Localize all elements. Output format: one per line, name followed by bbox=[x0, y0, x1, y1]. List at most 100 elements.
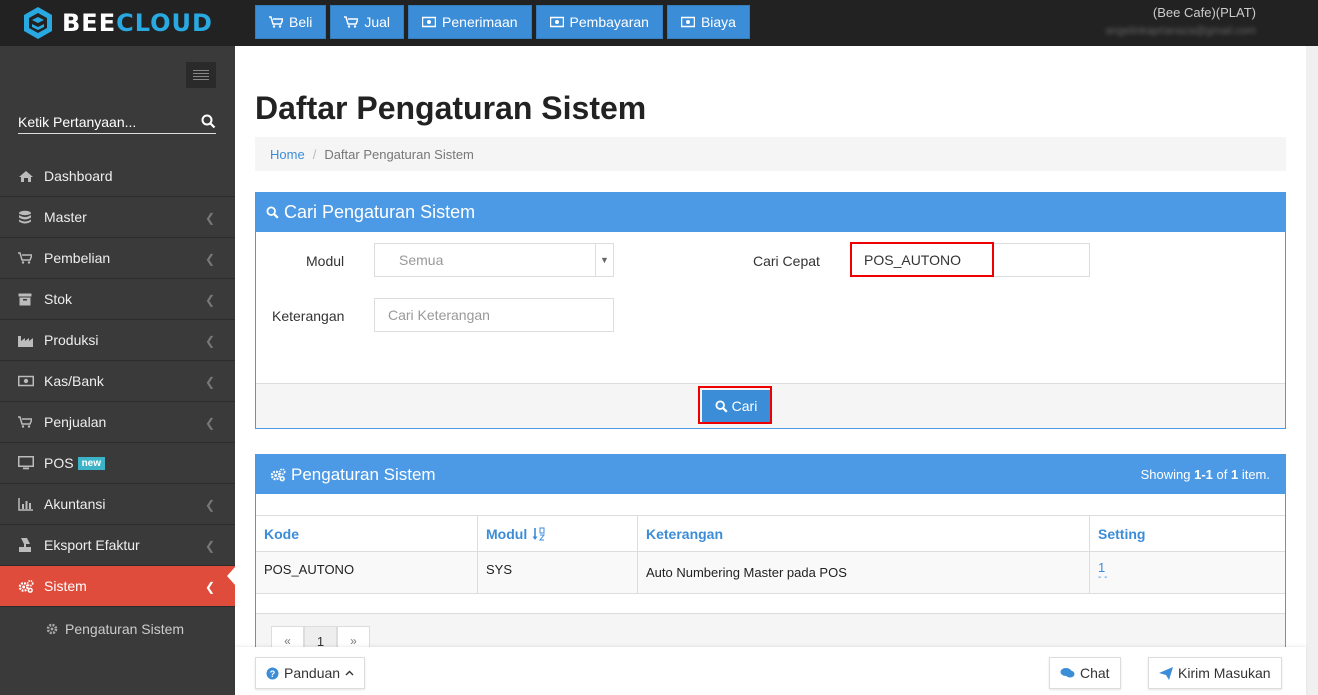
breadcrumb-current: Daftar Pengaturan Sistem bbox=[324, 146, 474, 162]
brand-logo[interactable]: BEECLOUD bbox=[0, 0, 235, 46]
sidebar-item-label: Eksport Efaktur bbox=[44, 537, 140, 553]
chevron-left-icon: ❮ bbox=[204, 252, 215, 266]
panduan-label: Panduan bbox=[284, 665, 341, 681]
svg-text:?: ? bbox=[270, 669, 276, 679]
cell-modul: SYS bbox=[478, 552, 638, 593]
column-setting[interactable]: Setting bbox=[1090, 516, 1285, 551]
paper-plane-icon bbox=[1159, 666, 1173, 680]
new-badge: new bbox=[77, 456, 106, 470]
top-bar: BEECLOUD Beli Jual Penerimaan Pembayaran… bbox=[0, 0, 1318, 46]
chevron-left-icon: ❮ bbox=[204, 334, 215, 348]
sidebar-item-akuntansi[interactable]: Akuntansi ❮ bbox=[0, 484, 235, 525]
jual-label: Jual bbox=[364, 14, 391, 30]
sidebar: Ketik Pertanyaan... Dashboard Master ❮ P… bbox=[0, 46, 235, 695]
search-panel-header: Cari Pengaturan Sistem bbox=[256, 193, 1285, 232]
cell-kode: POS_AUTONO bbox=[256, 552, 478, 593]
penerimaan-button[interactable]: Penerimaan bbox=[408, 5, 532, 39]
breadcrumb-home-link[interactable]: Home bbox=[270, 147, 305, 162]
penerimaan-label: Penerimaan bbox=[442, 14, 518, 30]
column-keterangan[interactable]: Keterangan bbox=[638, 516, 1090, 551]
showing-prefix: Showing bbox=[1140, 467, 1195, 482]
quick-nav: Beli Jual Penerimaan Pembayaran Biaya bbox=[255, 5, 750, 39]
question-search-input[interactable]: Ketik Pertanyaan... bbox=[18, 110, 216, 134]
brand-name-part1: BEE bbox=[62, 9, 117, 37]
box-icon bbox=[18, 292, 34, 306]
results-panel-header: Pengaturan Sistem Showing 1-1 of 1 item. bbox=[256, 455, 1285, 494]
sidebar-nav: Dashboard Master ❮ Pembelian ❮ Stok ❮ Pr… bbox=[0, 156, 235, 651]
user-menu[interactable]: (Bee Cafe)(PLAT) angelinkaprianaza@gmail… bbox=[1105, 5, 1256, 37]
chat-icon bbox=[1060, 668, 1075, 678]
caret-down-icon: ▼ bbox=[595, 244, 613, 276]
chat-button[interactable]: Chat bbox=[1049, 657, 1121, 689]
pembayaran-label: Pembayaran bbox=[569, 14, 649, 30]
main-content: Daftar Pengaturan Sistem Home / Daftar P… bbox=[235, 46, 1306, 695]
chevron-up-icon bbox=[345, 670, 354, 676]
column-modul[interactable]: Modul bbox=[478, 516, 638, 551]
showing-range: 1-1 bbox=[1194, 467, 1213, 482]
search-icon[interactable] bbox=[201, 114, 216, 129]
sidebar-item-label: Dashboard bbox=[44, 168, 113, 184]
monitor-icon bbox=[18, 456, 34, 470]
keterangan-label: Keterangan bbox=[272, 308, 345, 324]
jual-button[interactable]: Jual bbox=[330, 5, 405, 39]
keterangan-placeholder: Cari Keterangan bbox=[388, 307, 490, 323]
results-table: Kode Modul Keterangan Setting POS_AUTONO… bbox=[256, 515, 1285, 594]
panduan-button[interactable]: ? Panduan bbox=[255, 657, 366, 689]
chevron-left-icon: ❮ bbox=[204, 580, 215, 594]
chevron-left-icon: ❮ bbox=[204, 375, 215, 389]
bottom-bar: ? Panduan Chat Kirim Masukan bbox=[235, 647, 1306, 695]
export-icon bbox=[18, 537, 34, 552]
modul-select[interactable]: Semua ▼ bbox=[374, 243, 614, 277]
sidebar-item-dashboard[interactable]: Dashboard bbox=[0, 156, 235, 197]
chevron-left-icon: ❮ bbox=[204, 211, 215, 225]
column-kode[interactable]: Kode bbox=[256, 516, 478, 551]
pembayaran-button[interactable]: Pembayaran bbox=[535, 5, 663, 39]
user-company: (Bee Cafe)(PLAT) bbox=[1152, 5, 1256, 20]
biaya-button[interactable]: Biaya bbox=[666, 5, 750, 39]
cart-icon bbox=[269, 16, 283, 28]
money-icon bbox=[680, 16, 695, 28]
beli-button[interactable]: Beli bbox=[255, 5, 327, 39]
sidebar-item-label: Pembelian bbox=[44, 250, 111, 266]
sidebar-item-eksport-efaktur[interactable]: Eksport Efaktur ❮ bbox=[0, 525, 235, 566]
gear-icon bbox=[46, 623, 58, 635]
search-icon bbox=[266, 206, 279, 219]
sort-ascending-icon bbox=[532, 527, 546, 540]
search-panel-footer: Cari bbox=[256, 383, 1285, 428]
sidebar-item-sistem[interactable]: Sistem ❮ bbox=[0, 566, 235, 607]
cari-cepat-label: Cari Cepat bbox=[753, 253, 820, 269]
database-icon bbox=[18, 210, 34, 224]
sidebar-item-label: Master bbox=[44, 209, 87, 225]
sidebar-item-master[interactable]: Master ❮ bbox=[0, 197, 235, 238]
sidebar-subitem-label: Pengaturan Sistem bbox=[65, 621, 185, 637]
sidebar-subitem-pengaturan-sistem[interactable]: Pengaturan Sistem bbox=[0, 607, 235, 651]
sidebar-item-kas-bank[interactable]: Kas/Bank ❮ bbox=[0, 361, 235, 402]
cell-setting[interactable]: 1 - - bbox=[1090, 552, 1285, 593]
breadcrumb: Home / Daftar Pengaturan Sistem bbox=[255, 137, 1286, 171]
table-row[interactable]: POS_AUTONO SYS Auto Numbering Master pad… bbox=[256, 552, 1285, 594]
question-search-placeholder: Ketik Pertanyaan... bbox=[18, 113, 137, 130]
sidebar-item-pos[interactable]: POS new bbox=[0, 443, 235, 484]
sidebar-item-label: POS bbox=[44, 455, 74, 471]
factory-icon bbox=[18, 333, 34, 347]
sidebar-item-pembelian[interactable]: Pembelian ❮ bbox=[0, 238, 235, 279]
sidebar-item-label: Penjualan bbox=[44, 414, 107, 430]
results-panel-title: Pengaturan Sistem bbox=[291, 464, 436, 484]
user-email: angelinkaprianaza@gmail.com bbox=[1105, 25, 1256, 37]
kirim-masukan-button[interactable]: Kirim Masukan bbox=[1148, 657, 1282, 689]
showing-suffix: item. bbox=[1238, 467, 1270, 482]
sidebar-item-label: Sistem bbox=[44, 578, 87, 594]
page-scrollbar[interactable] bbox=[1306, 46, 1318, 695]
column-modul-label: Modul bbox=[486, 525, 528, 542]
breadcrumb-separator: / bbox=[312, 146, 317, 162]
menu-toggle-button[interactable] bbox=[186, 62, 216, 88]
sidebar-item-stok[interactable]: Stok ❮ bbox=[0, 279, 235, 320]
sidebar-item-produksi[interactable]: Produksi ❮ bbox=[0, 320, 235, 361]
results-summary: Showing 1-1 of 1 item. bbox=[1141, 467, 1270, 482]
kirim-masukan-label: Kirim Masukan bbox=[1178, 665, 1271, 681]
keterangan-input[interactable]: Cari Keterangan bbox=[374, 298, 614, 332]
sidebar-item-penjualan[interactable]: Penjualan ❮ bbox=[0, 402, 235, 443]
beli-label: Beli bbox=[289, 14, 313, 30]
search-panel: Cari Pengaturan Sistem Modul Semua ▼ Car… bbox=[255, 192, 1286, 429]
setting-value-link[interactable]: 1 bbox=[1098, 561, 1285, 574]
